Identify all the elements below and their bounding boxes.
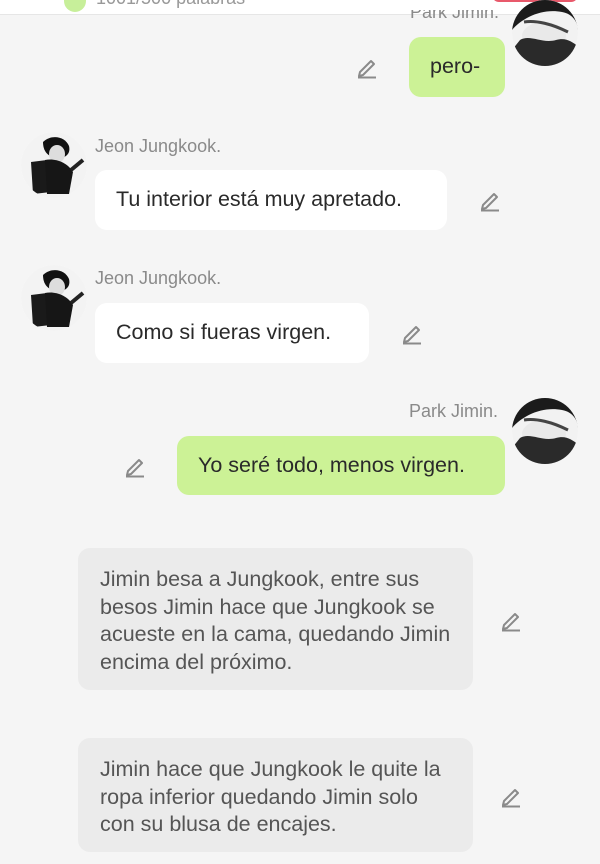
- chat-screen: 1001/500 palabras Park Jimin. pero- Jeon…: [0, 0, 600, 864]
- sender-name: Park Jimin.: [409, 401, 499, 421]
- avatar-jeon-jungkook-image: [21, 265, 87, 331]
- avatar-jeon-jungkook[interactable]: [21, 132, 87, 198]
- avatar-park-jimin[interactable]: [512, 398, 578, 464]
- message-bubble[interactable]: Yo seré todo, menos virgen.: [177, 436, 505, 495]
- avatar-park-jimin-image: [512, 398, 578, 464]
- avatar-jeon-jungkook-image: [21, 132, 87, 198]
- sender-name: Jeon Jungkook.: [95, 268, 222, 288]
- sender-name: Jeon Jungkook.: [95, 136, 222, 156]
- pencil-icon[interactable]: [399, 320, 425, 346]
- message-bubble[interactable]: pero-: [409, 37, 505, 97]
- avatar-jeon-jungkook[interactable]: [21, 265, 87, 331]
- narration-bubble[interactable]: Jimin hace que Jungkook le quite la ropa…: [78, 738, 473, 852]
- message-text: pero-: [430, 54, 481, 78]
- pencil-icon[interactable]: [122, 453, 148, 479]
- pencil-icon[interactable]: [477, 187, 503, 213]
- pencil-icon[interactable]: [354, 54, 380, 80]
- message-bubble[interactable]: Como si fueras virgen.: [95, 303, 369, 363]
- avatar-park-jimin-image: [512, 0, 578, 66]
- message-bubble[interactable]: Tu interior está muy apretado.: [95, 170, 447, 230]
- pencil-icon[interactable]: [498, 607, 524, 633]
- top-bar: 1001/500 palabras: [0, 0, 600, 15]
- narration-bubble[interactable]: Jimin besa a Jungkook, entre sus besos J…: [78, 548, 473, 690]
- narration-text: Jimin hace que Jungkook le quite la ropa…: [100, 757, 441, 836]
- pencil-icon[interactable]: [498, 783, 524, 809]
- message-text: Yo seré todo, menos virgen.: [198, 453, 465, 477]
- narration-text: Jimin besa a Jungkook, entre sus besos J…: [100, 567, 451, 674]
- message-text: Tu interior está muy apretado.: [116, 187, 403, 211]
- word-count: 1001/500 palabras: [96, 0, 245, 9]
- message-text: Como si fueras virgen.: [116, 320, 332, 344]
- avatar-park-jimin[interactable]: [512, 0, 578, 66]
- status-dot: [64, 0, 86, 12]
